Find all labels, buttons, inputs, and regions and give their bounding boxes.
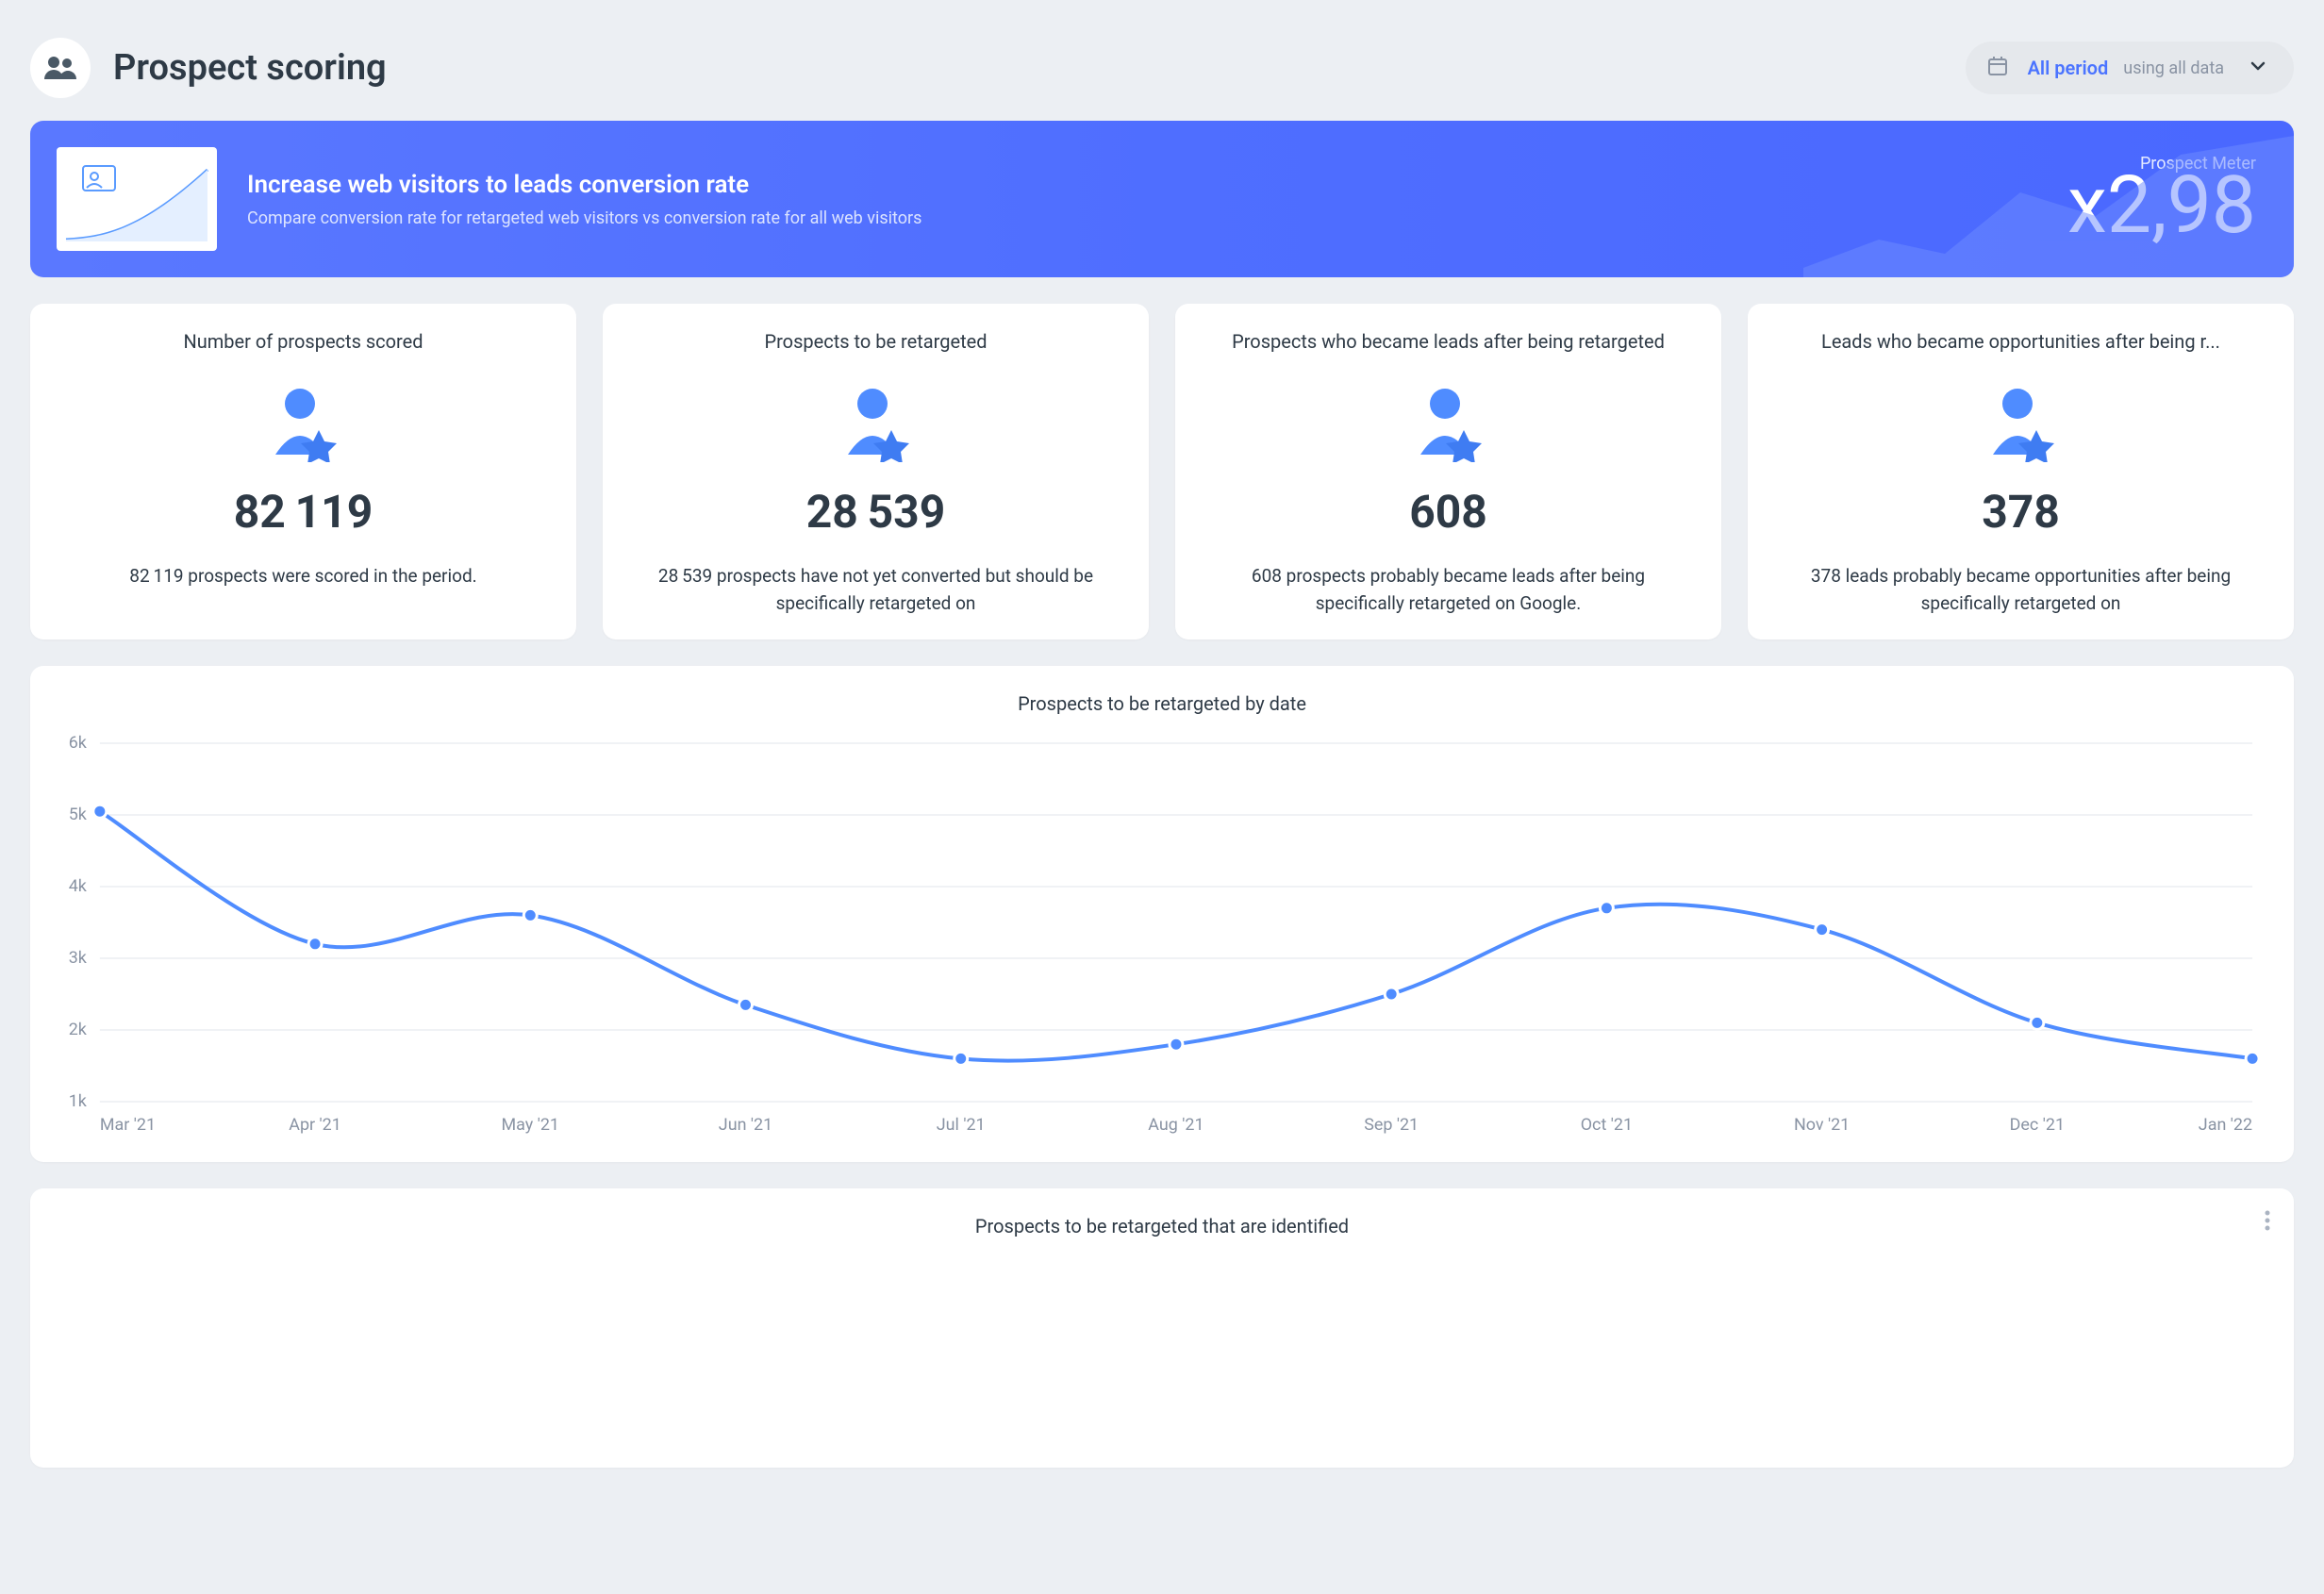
svg-text:1k: 1k xyxy=(69,1091,88,1111)
svg-text:5k: 5k xyxy=(69,805,88,824)
conversion-banner[interactable]: Increase web visitors to leads conversio… xyxy=(30,121,2294,277)
kpi-title: Prospects who became leads after being r… xyxy=(1198,330,1699,353)
period-selector[interactable]: All period using all data xyxy=(1966,42,2294,94)
banner-subtitle: Compare conversion rate for retargeted w… xyxy=(247,208,921,228)
svg-text:2k: 2k xyxy=(69,1020,88,1039)
page-title: Prospect scoring xyxy=(113,47,387,89)
prospect-star-icon xyxy=(53,379,554,466)
prospect-star-icon xyxy=(1770,379,2271,466)
svg-text:Jan '22: Jan '22 xyxy=(2199,1115,2252,1135)
svg-text:4k: 4k xyxy=(69,876,88,896)
kebab-menu-icon[interactable] xyxy=(2264,1209,2271,1236)
kpi-value: 82 119 xyxy=(53,485,554,539)
banner-title: Increase web visitors to leads conversio… xyxy=(247,171,921,199)
svg-text:Jun '21: Jun '21 xyxy=(719,1115,772,1135)
identified-panel: Prospects to be retargeted that are iden… xyxy=(30,1188,2294,1468)
banner-text: Increase web visitors to leads conversio… xyxy=(247,171,921,228)
svg-text:Oct '21: Oct '21 xyxy=(1581,1115,1633,1135)
page-header: Prospect scoring All period using all da… xyxy=(30,23,2294,121)
svg-text:6k: 6k xyxy=(69,734,88,753)
svg-text:Mar '21: Mar '21 xyxy=(100,1115,156,1135)
header-left: Prospect scoring xyxy=(30,38,387,98)
kpi-card-scored[interactable]: Number of prospects scored 82 119 82 119… xyxy=(30,304,576,639)
prospect-star-icon xyxy=(1198,379,1699,466)
kpi-title: Number of prospects scored xyxy=(53,330,554,353)
chevron-down-icon xyxy=(2249,57,2267,79)
svg-text:Aug '21: Aug '21 xyxy=(1148,1115,1204,1135)
kpi-value: 28 539 xyxy=(625,485,1126,539)
line-chart[interactable]: 1k 2k 3k 4k 5k 6k Mar '21 Apr '21 May '21 Jun '21… xyxy=(53,734,2271,1139)
kpi-card-leads[interactable]: Prospects who became leads after being r… xyxy=(1175,304,1721,639)
kpi-card-opportunities[interactable]: Leads who became opportunities after bei… xyxy=(1748,304,2294,639)
svg-text:Jul '21: Jul '21 xyxy=(937,1115,986,1135)
chart-panel: Prospects to be retargeted by date 1k 2k 3… xyxy=(30,666,2294,1162)
banner-sparkline xyxy=(1803,126,2294,277)
banner-thumbnail xyxy=(57,147,217,251)
kpi-value: 378 xyxy=(1770,485,2271,539)
kpi-title: Leads who became opportunities after bei… xyxy=(1770,330,2271,353)
kpi-desc: 28 539 prospects have not yet converted … xyxy=(625,563,1126,617)
kpi-desc: 82 119 prospects were scored in the peri… xyxy=(53,563,554,590)
chart-title: Prospects to be retargeted by date xyxy=(53,692,2271,715)
svg-text:May '21: May '21 xyxy=(502,1115,559,1135)
period-sublabel: using all data xyxy=(2123,58,2224,78)
kpi-desc: 378 leads probably became opportunities … xyxy=(1770,563,2271,617)
kpi-desc: 608 prospects probably became leads afte… xyxy=(1198,563,1699,617)
prospects-icon xyxy=(30,38,91,98)
period-label: All period xyxy=(2028,57,2109,79)
prospect-star-icon xyxy=(625,379,1126,466)
kpi-title: Prospects to be retargeted xyxy=(625,330,1126,353)
identified-title: Prospects to be retargeted that are iden… xyxy=(53,1215,2271,1237)
svg-text:Apr '21: Apr '21 xyxy=(289,1115,341,1135)
svg-text:Nov '21: Nov '21 xyxy=(1794,1115,1850,1135)
calendar-icon xyxy=(1986,55,2009,81)
svg-text:3k: 3k xyxy=(69,948,88,968)
kpi-card-retarget[interactable]: Prospects to be retargeted 28 539 28 539… xyxy=(603,304,1149,639)
kpi-cards: Number of prospects scored 82 119 82 119… xyxy=(30,304,2294,639)
svg-text:Dec '21: Dec '21 xyxy=(2010,1115,2065,1135)
kpi-value: 608 xyxy=(1198,485,1699,539)
svg-text:Sep '21: Sep '21 xyxy=(1364,1115,1419,1135)
